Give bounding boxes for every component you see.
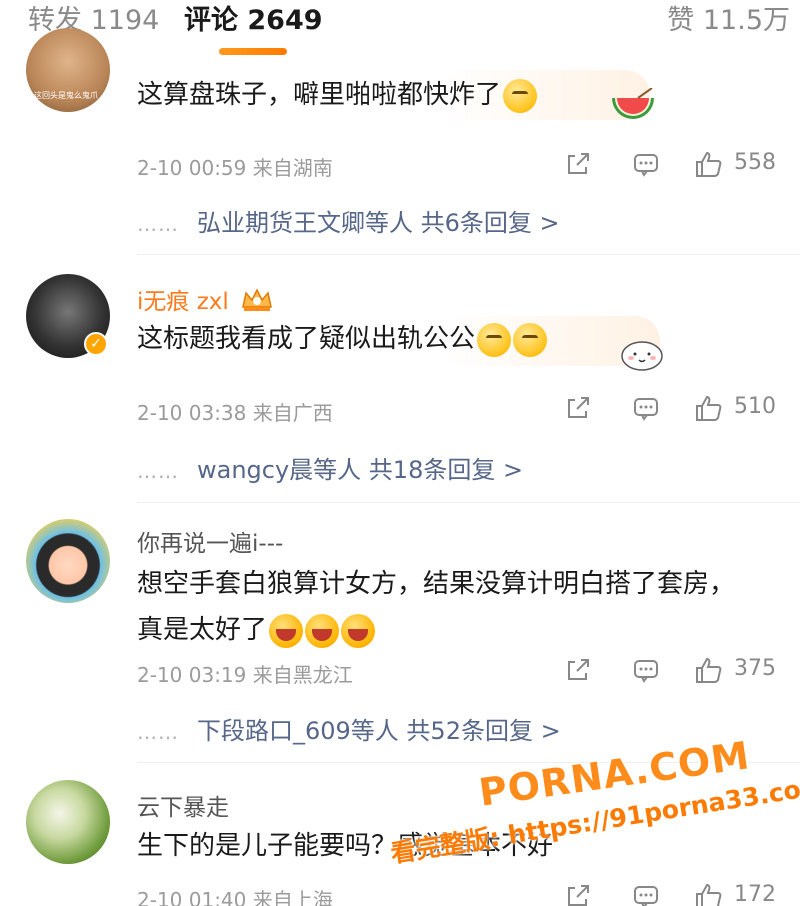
divider xyxy=(137,502,800,503)
like-count: 172 xyxy=(734,882,776,906)
laugh-emoji-icon xyxy=(269,613,304,648)
active-tab-indicator xyxy=(219,48,287,55)
share-icon[interactable] xyxy=(564,882,592,906)
comment-actions: 172 xyxy=(560,882,800,906)
laugh-emoji-icon xyxy=(341,613,376,648)
comment-actions: 375 xyxy=(560,656,800,686)
drooling-emoji-icon xyxy=(503,78,538,113)
comment-icon[interactable] xyxy=(632,150,660,182)
tab-likes[interactable]: 赞 11.5万 xyxy=(667,4,790,38)
username[interactable]: i无痕 zxl xyxy=(137,282,274,319)
tab-bar: 转发 1194 评论 2649 赞 11.5万 xyxy=(0,0,800,60)
tab-comments[interactable]: 评论 2649 xyxy=(184,4,323,38)
sweat-emoji-icon xyxy=(477,322,512,357)
avatar-caption: 这回头是鬼么鬼爪 xyxy=(34,91,98,100)
comment-meta: 2-10 03:38 来自广西 xyxy=(137,401,333,425)
like-icon[interactable] xyxy=(694,656,724,688)
replies-text: wangcy晨等人 共18条回复 > xyxy=(197,456,524,484)
avatar[interactable] xyxy=(26,519,110,603)
view-replies-link[interactable]: …… 弘业期货王文卿等人 共6条回复 > xyxy=(137,203,560,238)
view-replies-link[interactable]: …… 下段路口_609等人 共52条回复 > xyxy=(137,711,561,746)
comment-actions: 558 xyxy=(560,150,800,180)
like-icon[interactable] xyxy=(694,882,724,906)
avatar[interactable]: 这回头是鬼么鬼爪 xyxy=(26,28,110,112)
dots-indicator: …… xyxy=(137,720,179,744)
comment-meta: 2-10 03:19 来自黑龙江 xyxy=(137,663,353,687)
avatar[interactable] xyxy=(26,780,110,864)
like-count: 375 xyxy=(734,656,776,681)
comment-text-content: 这算盘珠子，噼里啪啦都快炸了 xyxy=(137,80,502,110)
view-replies-link[interactable]: …… wangcy晨等人 共18条回复 > xyxy=(137,450,523,485)
bun-sticker-icon xyxy=(618,334,666,372)
comment-text: 这算盘珠子，噼里啪啦都快炸了 xyxy=(137,72,757,118)
like-icon[interactable] xyxy=(694,150,724,182)
comment-meta: 2-10 00:59 来自湖南 xyxy=(137,156,333,180)
like-count: 558 xyxy=(734,150,776,175)
replies-text: 下段路口_609等人 共52条回复 > xyxy=(197,717,561,745)
share-icon[interactable] xyxy=(564,656,592,688)
laugh-emoji-icon xyxy=(305,613,340,648)
share-icon[interactable] xyxy=(564,150,592,182)
comment-text: 想空手套白狼算计女方，结果没算计明白搭了套房，真是太好了 xyxy=(137,561,757,653)
comment-icon[interactable] xyxy=(632,394,660,426)
watermelon-sticker-icon xyxy=(610,87,656,126)
comment-actions: 510 xyxy=(560,394,800,424)
crown-icon xyxy=(240,287,274,319)
divider xyxy=(137,254,800,255)
salute-emoji-icon xyxy=(513,322,548,357)
comment-icon[interactable] xyxy=(632,656,660,688)
comment-meta: 2-10 01:40 来自上海 xyxy=(137,888,333,906)
username[interactable]: 你再说一遍i--- xyxy=(137,524,283,558)
replies-text: 弘业期货王文卿等人 共6条回复 > xyxy=(197,209,560,237)
dots-indicator: …… xyxy=(137,459,179,483)
username[interactable]: 云下暴走 xyxy=(137,788,229,822)
like-icon[interactable] xyxy=(694,394,724,426)
comment-icon[interactable] xyxy=(632,882,660,906)
dots-indicator: …… xyxy=(137,212,179,236)
like-count: 510 xyxy=(734,394,776,419)
share-icon[interactable] xyxy=(564,394,592,426)
comment-text-content: 这标题我看成了疑似出轨公公 xyxy=(137,324,476,354)
username-text: i无痕 zxl xyxy=(137,289,229,315)
comment-text-content: 想空手套白狼算计女方，结果没算计明白搭了套房，真是太好了 xyxy=(137,569,736,645)
verified-badge-icon: ✓ xyxy=(84,332,108,356)
